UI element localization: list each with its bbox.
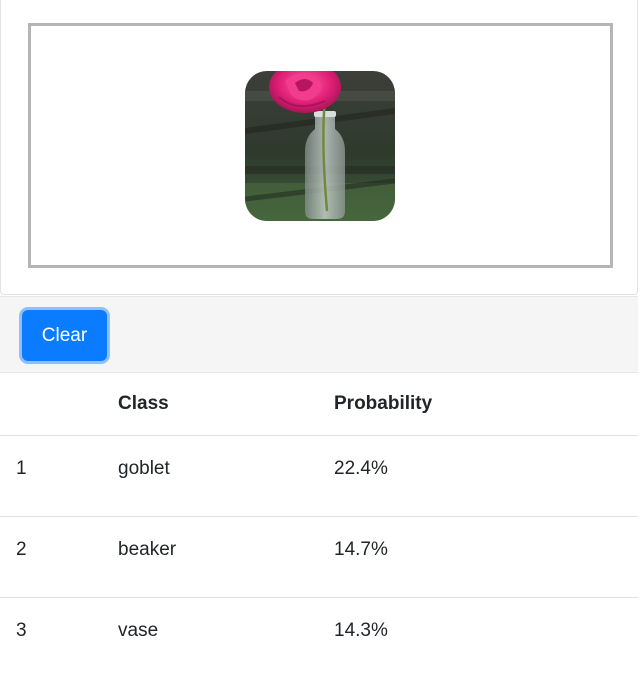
- header-probability: Probability: [334, 374, 638, 436]
- row-probability: 14.7%: [334, 515, 638, 597]
- table-row: 2 beaker 14.7%: [0, 515, 638, 597]
- results-table: Class Probability 1 goblet 22.4% 2 beake…: [0, 374, 638, 678]
- clear-button[interactable]: Clear: [22, 310, 107, 361]
- row-rank: 2: [0, 515, 118, 597]
- table-header-row: Class Probability: [0, 374, 638, 436]
- row-rank: 1: [16, 457, 27, 479]
- row-class: vase: [118, 596, 334, 678]
- header-class: Class: [118, 374, 334, 436]
- table-row: 3 vase 14.3%: [0, 596, 638, 678]
- row-class: beaker: [118, 515, 334, 597]
- row-rank: 3: [0, 596, 118, 678]
- header-rank: [0, 374, 118, 436]
- uploaded-image: [245, 71, 395, 221]
- toolbar: Clear: [0, 296, 638, 373]
- row-probability: 14.3%: [334, 596, 638, 678]
- table-row: 1 goblet 22.4%: [0, 435, 638, 516]
- row-probability: 22.4%: [334, 457, 388, 479]
- image-preview-card: [0, 0, 638, 295]
- row-class: goblet: [118, 457, 170, 479]
